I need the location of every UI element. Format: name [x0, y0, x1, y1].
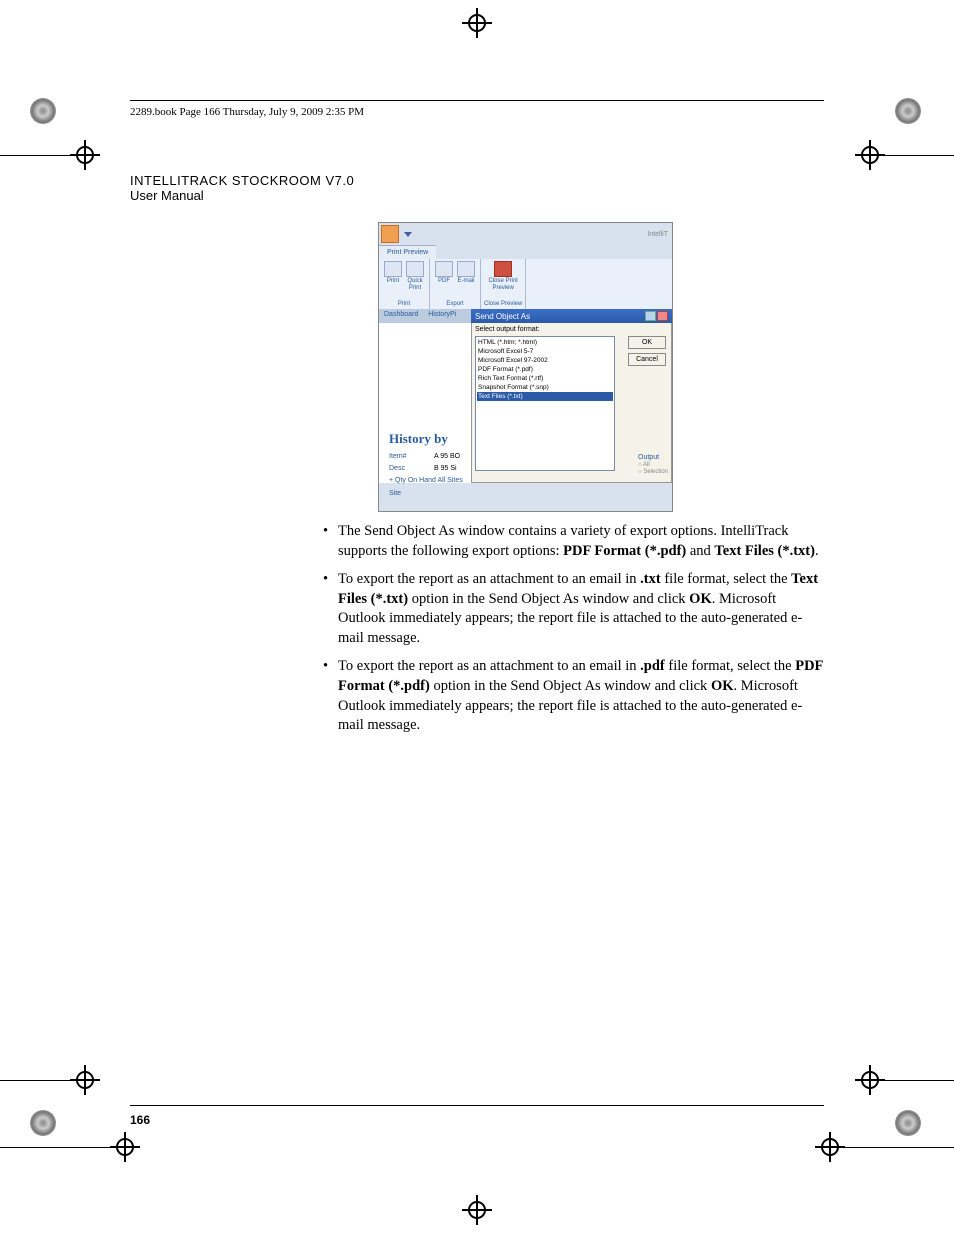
crop-line [885, 1080, 954, 1081]
report-heading: History by [389, 431, 448, 447]
bullet-2: To export the report as an attachment to… [320, 570, 825, 648]
tab-history[interactable]: HistoryPi [423, 309, 461, 323]
body-content: The Send Object As window contains a var… [320, 522, 825, 745]
ribbon-tab[interactable]: Print Preview [379, 245, 436, 259]
report-cell: B 95 Si [434, 465, 457, 472]
close-preview-button[interactable]: Close Print Preview [489, 261, 518, 292]
print-icon [384, 261, 402, 277]
crop-line [0, 155, 70, 156]
doc-title: INTELLITRACK STOCKROOM V7.0 User Manual [130, 173, 354, 203]
bullet-3: To export the report as an attachment to… [320, 657, 825, 735]
pdf-icon [435, 261, 453, 277]
ok-button[interactable]: OK [628, 336, 666, 349]
reg-mark-tl [30, 98, 56, 124]
reg-cross-tc [462, 8, 492, 38]
reg-mark-br [895, 1110, 921, 1136]
list-item-selected[interactable]: Text Files (*.txt) [477, 392, 613, 401]
help-icon[interactable] [645, 311, 656, 321]
reg-cross-tl [70, 140, 100, 170]
crop-line [885, 155, 954, 156]
bullet-1: The Send Object As window contains a var… [320, 522, 825, 561]
footer-rule [130, 1105, 824, 1106]
dropdown-icon [404, 232, 412, 237]
list-item[interactable]: PDF Format (*.pdf) [477, 365, 613, 374]
reg-mark-tr [895, 98, 921, 124]
titlebar: IntelliT [379, 223, 672, 245]
close-icon[interactable] [657, 311, 668, 321]
brand-text: IntelliT [647, 231, 672, 238]
close-icon [494, 261, 512, 277]
tab-dashboard[interactable]: Dashboard [379, 309, 423, 323]
page-number: 166 [130, 1113, 150, 1127]
ribbon-group-export: PDF E-mail Export [430, 259, 481, 309]
ribbon-group-print: Print Quick Print Print [379, 259, 430, 309]
list-item[interactable]: Microsoft Excel 5-7 [477, 347, 613, 356]
crop-line [845, 1147, 954, 1148]
print-button[interactable]: Print [384, 261, 402, 292]
radio-selection[interactable]: ○ Selection [638, 469, 668, 475]
dialog-titlebar: Send Object As [471, 309, 672, 323]
quick-print-icon [406, 261, 424, 277]
ribbon: Print Quick Print Print PDF E-mail Expor… [379, 259, 672, 309]
pdf-button[interactable]: PDF [435, 261, 453, 285]
title-line2: User Manual [130, 188, 354, 203]
reg-cross-br2 [815, 1132, 845, 1162]
ribbon-tab-row: Print Preview [379, 245, 672, 259]
crop-line [0, 1080, 70, 1081]
embedded-screenshot: IntelliT Print Preview Print Quick Print… [378, 222, 673, 512]
group-label: Print [398, 300, 410, 309]
reg-cross-bl2 [110, 1132, 140, 1162]
list-item[interactable]: Microsoft Excel 97-2002 [477, 356, 613, 365]
ribbon-group-close: Close Print Preview Close Preview [481, 259, 526, 309]
app-logo-icon [381, 225, 399, 243]
report-cell: A 95 BO [434, 453, 460, 460]
book-info: 2289.book Page 166 Thursday, July 9, 200… [130, 106, 364, 118]
crop-line [0, 1147, 110, 1148]
reg-mark-bl [30, 1110, 56, 1136]
report-row: Site [389, 490, 401, 497]
document-tabs: Dashboard HistoryPi Send Object As [379, 309, 672, 323]
title-line1: INTELLITRACK STOCKROOM V7.0 [130, 173, 354, 188]
list-item[interactable]: HTML (*.htm; *.html) [477, 338, 613, 347]
format-listbox[interactable]: HTML (*.htm; *.html) Microsoft Excel 5-7… [475, 336, 615, 471]
list-item[interactable]: Rich Text Format (*.rtf) [477, 374, 613, 383]
group-label: Export [446, 300, 463, 309]
page-header: 2289.book Page 166 Thursday, July 9, 200… [130, 100, 824, 118]
reg-cross-tr [855, 140, 885, 170]
reg-cross-bc [462, 1195, 492, 1225]
quick-print-button[interactable]: Quick Print [406, 261, 424, 292]
report-row: Item# [389, 453, 407, 460]
radio-all[interactable]: ○ All [638, 462, 650, 468]
email-icon [457, 261, 475, 277]
cancel-button[interactable]: Cancel [628, 353, 666, 366]
email-button[interactable]: E-mail [457, 261, 475, 285]
report-row: Desc [389, 465, 405, 472]
output-label: Output ○ All ○ Selection [638, 454, 668, 475]
dialog-label: Select output format: [475, 326, 540, 333]
report-row: + Qty On Hand All Sites [389, 477, 463, 484]
reg-cross-bl [70, 1065, 100, 1095]
dialog-title: Send Object As [475, 312, 530, 321]
reg-cross-br [855, 1065, 885, 1095]
group-label: Close Preview [484, 300, 522, 309]
list-item[interactable]: Snapshot Format (*.snp) [477, 383, 613, 392]
